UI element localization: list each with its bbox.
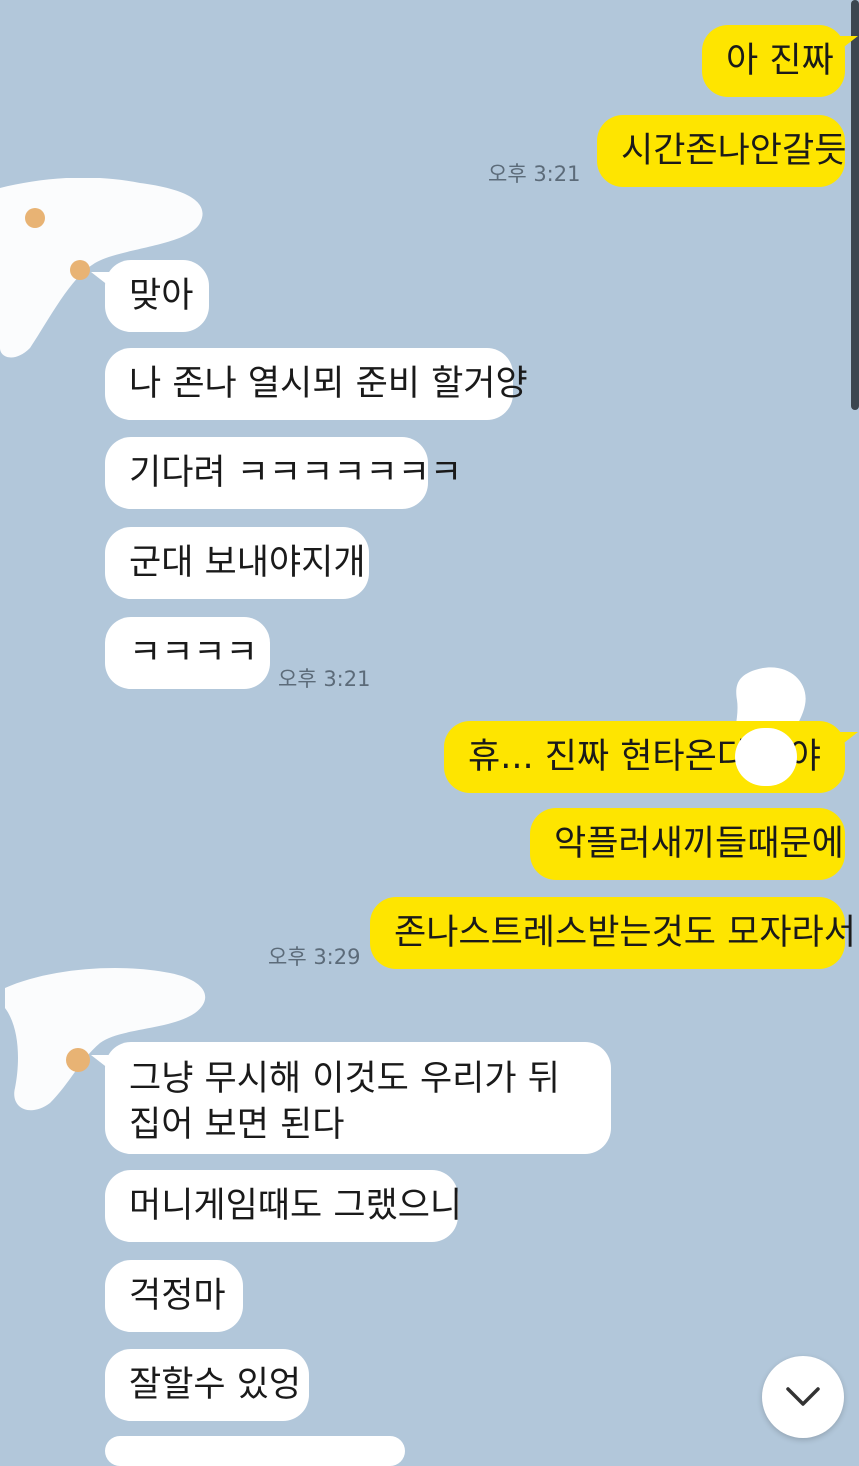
- other-message-bubble[interactable]: ㅋㅋㅋㅋ: [105, 617, 270, 689]
- other-message-bubble[interactable]: 기다려 ㅋㅋㅋㅋㅋㅋㅋ: [105, 437, 462, 509]
- scrollbar[interactable]: [851, 0, 859, 410]
- message-text: 존나스트레스받는것도 모자라서: [394, 913, 856, 953]
- message-text: 악플러새끼들때문에: [554, 824, 844, 864]
- message-text: 머니게임때도 그랬으니: [129, 1186, 463, 1226]
- bubble-tail: [840, 36, 858, 50]
- message-text: 맞아: [129, 276, 194, 316]
- my-message-bubble[interactable]: 아 진짜: [702, 25, 845, 97]
- other-message-bubble[interactable]: 그냥 무시해 이것도 우리가 뒤집어 보면 된다: [105, 1042, 611, 1154]
- other-message-bubble[interactable]: 걱정마: [105, 1260, 243, 1332]
- other-message-bubble[interactable]: 잘할수 있엉: [105, 1349, 309, 1421]
- scroll-to-bottom-button[interactable]: [762, 1356, 844, 1438]
- censored-region: [735, 728, 797, 786]
- message-text: 기다려 ㅋㅋㅋㅋㅋㅋㅋ: [129, 453, 463, 493]
- message-timestamp: 오후 3:21: [278, 667, 371, 691]
- chevron-down-icon: [786, 1387, 820, 1406]
- other-message-bubble[interactable]: 맞아: [105, 260, 209, 332]
- bubble-tail: [840, 732, 858, 746]
- message-text: 걱정마: [129, 1276, 226, 1316]
- message-timestamp: 오후 3:21: [488, 162, 581, 186]
- message-text: 군대 보내야지개: [129, 543, 366, 583]
- other-message-bubble[interactable]: [105, 1436, 405, 1466]
- message-text: 그냥 무시해 이것도 우리가 뒤집어 보면 된다: [129, 1059, 560, 1145]
- message-text: ㅋㅋㅋㅋ: [129, 633, 258, 673]
- my-message-bubble[interactable]: 악플러새끼들때문에: [530, 808, 845, 880]
- other-message-bubble[interactable]: 군대 보내야지개: [105, 527, 369, 599]
- message-text: 잘할수 있엉: [129, 1365, 302, 1405]
- my-message-bubble[interactable]: 존나스트레스받는것도 모자라서: [370, 897, 856, 969]
- message-text: 아 진짜: [726, 41, 834, 81]
- other-message-bubble[interactable]: 나 존나 열시뫼 준비 할거양: [105, 348, 528, 420]
- my-message-bubble[interactable]: 시간존나안갈듯: [597, 115, 847, 187]
- message-text: 휴... 진짜 현타온다: [468, 737, 750, 777]
- other-message-bubble[interactable]: 머니게임때도 그랬으니: [105, 1170, 462, 1242]
- message-text: 시간존나안갈듯: [621, 131, 847, 171]
- message-text: 나 존나 열시뫼 준비 할거양: [129, 364, 528, 404]
- message-timestamp: 오후 3:29: [268, 945, 361, 969]
